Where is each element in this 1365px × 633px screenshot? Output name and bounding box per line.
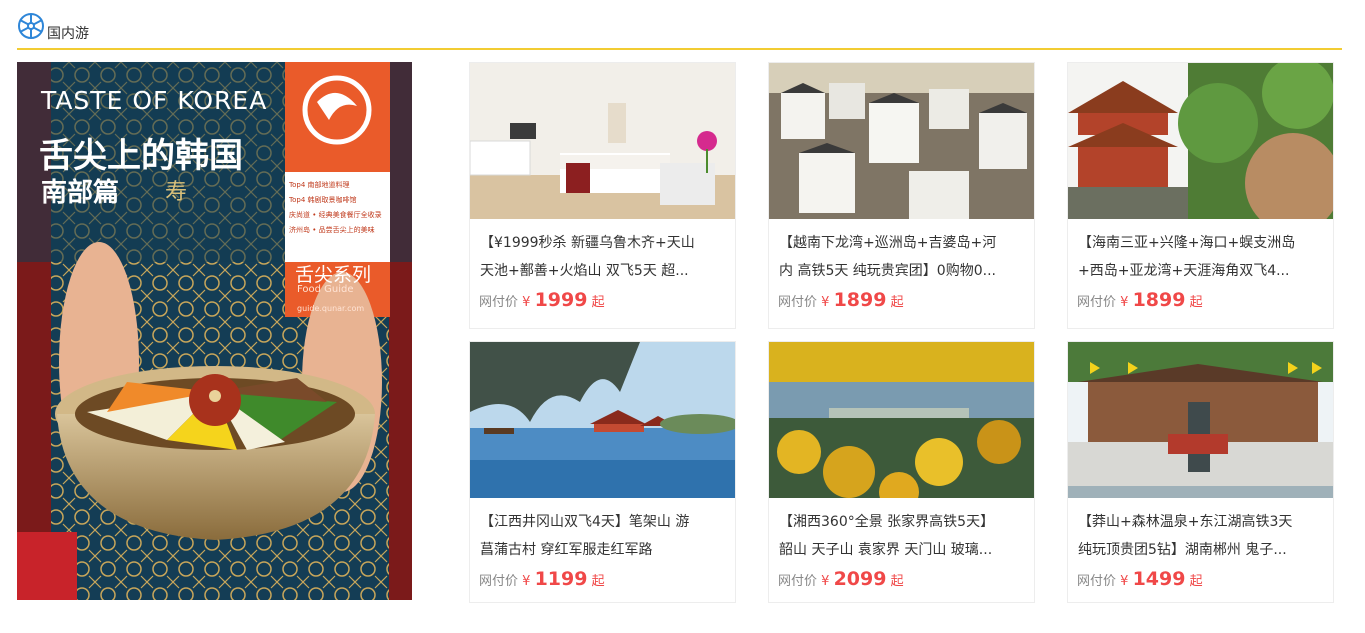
product-card[interactable]: 【江西井冈山双飞4天】笔架山 游 菖蒲古村 穿红军服走红军路 网付价 ¥ 119… — [469, 341, 736, 603]
banner-feature-item: Top4 南部地道料理 — [289, 181, 350, 189]
banner-series-en: Food Guide — [297, 284, 354, 295]
currency-symbol: ¥ — [1120, 574, 1129, 589]
product-title-line: 内 高铁5天 纯玩贵宾团】0购物0... — [779, 263, 996, 279]
village-rooftops-photo[interactable] — [769, 63, 1034, 219]
product-title[interactable]: 【莽山+森林温泉+东江湖高铁3天 纯玩顶贵团5钻】湖南郴州 鬼子... — [1078, 508, 1325, 564]
product-title-line: 【莽山+森林温泉+东江湖高铁3天 — [1078, 514, 1293, 530]
banner-title-en: TASTE OF KOREA — [41, 86, 268, 115]
price-row: 网付价 ¥ 1199 起 — [479, 568, 735, 598]
product-title-line: +西岛+亚龙湾+天涯海角双飞4... — [1078, 263, 1290, 279]
product-card[interactable]: 【莽山+森林温泉+东江湖高铁3天 纯玩顶贵团5钻】湖南郴州 鬼子... 网付价 … — [1067, 341, 1334, 603]
banner-feature-list: Top4 南部地道料理 Top4 韩剧取景咖啡馆 庆尚道 • 经典美食餐厅全收录… — [289, 178, 389, 238]
price-suffix: 起 — [1189, 574, 1203, 589]
price-value: 1999 — [534, 289, 588, 311]
price-row: 网付价 ¥ 1999 起 — [479, 289, 735, 319]
banner-subtitle-cn: 南部篇 — [41, 178, 120, 208]
banner-feature-item: 济州岛 • 品尝舌尖上的美味 — [289, 226, 375, 234]
product-title-line: 菖蒲古村 穿红军服走红军路 — [480, 542, 653, 558]
temple-photo[interactable] — [1068, 63, 1333, 219]
currency-symbol: ¥ — [821, 574, 830, 589]
price-suffix: 起 — [591, 295, 605, 310]
product-title-line: 【湘西360°全景 张家界高铁5天】 — [779, 514, 995, 530]
product-title-line: 【¥1999秒杀 新疆乌鲁木齐+天山 — [480, 235, 695, 251]
product-title-line: 韶山 天子山 袁家界 天门山 玻璃... — [779, 542, 993, 558]
currency-symbol: ¥ — [522, 574, 531, 589]
wheel-icon — [18, 13, 44, 39]
price-value: 1199 — [534, 568, 588, 590]
product-card[interactable]: 【海南三亚+兴隆+海口+蜈支洲岛 +西岛+亚龙湾+天涯海角双飞4... 网付价 … — [1067, 62, 1334, 329]
price-row: 网付价 ¥ 1899 起 — [778, 289, 1034, 319]
price-label: 网付价 — [778, 574, 818, 589]
price-suffix: 起 — [890, 574, 904, 589]
price-row: 网付价 ¥ 1899 起 — [1077, 289, 1333, 319]
price-label: 网付价 — [778, 295, 818, 310]
product-title[interactable]: 【湘西360°全景 张家界高铁5天】 韶山 天子山 袁家界 天门山 玻璃... — [779, 508, 1026, 564]
product-card[interactable]: 【越南下龙湾+巡洲岛+吉婆岛+河 内 高铁5天 纯玩贵宾团】0购物0... 网付… — [768, 62, 1035, 329]
currency-symbol: ¥ — [1120, 295, 1129, 310]
product-title[interactable]: 【江西井冈山双飞4天】笔架山 游 菖蒲古村 穿红军服走红军路 — [480, 508, 727, 564]
section-header: 国内游 — [17, 10, 1342, 50]
product-title[interactable]: 【海南三亚+兴隆+海口+蜈支洲岛 +西岛+亚龙湾+天涯海角双飞4... — [1078, 229, 1325, 285]
price-label: 网付价 — [1077, 295, 1117, 310]
promo-banner[interactable]: TASTE OF KOREA 舌尖上的韩国 南部篇 寿 Top4 南部地道料理 … — [17, 62, 412, 600]
price-row: 网付价 ¥ 1499 起 — [1077, 568, 1333, 598]
currency-symbol: ¥ — [522, 295, 531, 310]
product-title-line: 天池+鄯善+火焰山 双飞5天 超... — [480, 263, 689, 279]
price-value: 2099 — [833, 568, 887, 590]
price-label: 网付价 — [479, 574, 519, 589]
price-suffix: 起 — [591, 574, 605, 589]
price-suffix: 起 — [890, 295, 904, 310]
product-title-line: 【海南三亚+兴隆+海口+蜈支洲岛 — [1078, 235, 1296, 251]
banner-seal-glyph: 寿 — [165, 180, 188, 205]
price-value: 1499 — [1132, 568, 1186, 590]
product-title-line: 【越南下龙湾+巡洲岛+吉婆岛+河 — [779, 235, 997, 251]
temple-fountain-photo[interactable] — [1068, 342, 1333, 498]
banner-title-cn: 舌尖上的韩国 — [39, 136, 243, 176]
product-title[interactable]: 【越南下龙湾+巡洲岛+吉婆岛+河 内 高铁5天 纯玩贵宾团】0购物0... — [779, 229, 1026, 285]
banner-url: guide.qunar.com — [297, 304, 365, 313]
product-title[interactable]: 【¥1999秒杀 新疆乌鲁木齐+天山 天池+鄯善+火焰山 双飞5天 超... — [480, 229, 727, 285]
price-suffix: 起 — [1189, 295, 1203, 310]
price-row: 网付价 ¥ 2099 起 — [778, 568, 1034, 598]
product-card[interactable]: 【湘西360°全景 张家界高铁5天】 韶山 天子山 袁家界 天门山 玻璃... … — [768, 341, 1035, 603]
autumn-forest-photo[interactable] — [769, 342, 1034, 498]
banner-feature-item: 庆尚道 • 经典美食餐厅全收录 — [289, 211, 382, 219]
lake-pavilion-photo[interactable] — [470, 342, 735, 498]
product-card[interactable]: 【¥1999秒杀 新疆乌鲁木齐+天山 天池+鄯善+火焰山 双飞5天 超... 网… — [469, 62, 736, 329]
currency-symbol: ¥ — [821, 295, 830, 310]
product-title-line: 纯玩顶贵团5钻】湖南郴州 鬼子... — [1078, 542, 1287, 558]
banner-feature-item: Top4 韩剧取景咖啡馆 — [289, 196, 357, 204]
hotel-room-photo[interactable] — [470, 63, 735, 219]
banner-series-cn: 舌尖系列 — [295, 264, 372, 286]
price-label: 网付价 — [1077, 574, 1117, 589]
price-label: 网付价 — [479, 295, 519, 310]
product-title-line: 【江西井冈山双飞4天】笔架山 游 — [480, 514, 690, 530]
section-title: 国内游 — [47, 26, 89, 42]
price-value: 1899 — [1132, 289, 1186, 311]
price-value: 1899 — [833, 289, 887, 311]
